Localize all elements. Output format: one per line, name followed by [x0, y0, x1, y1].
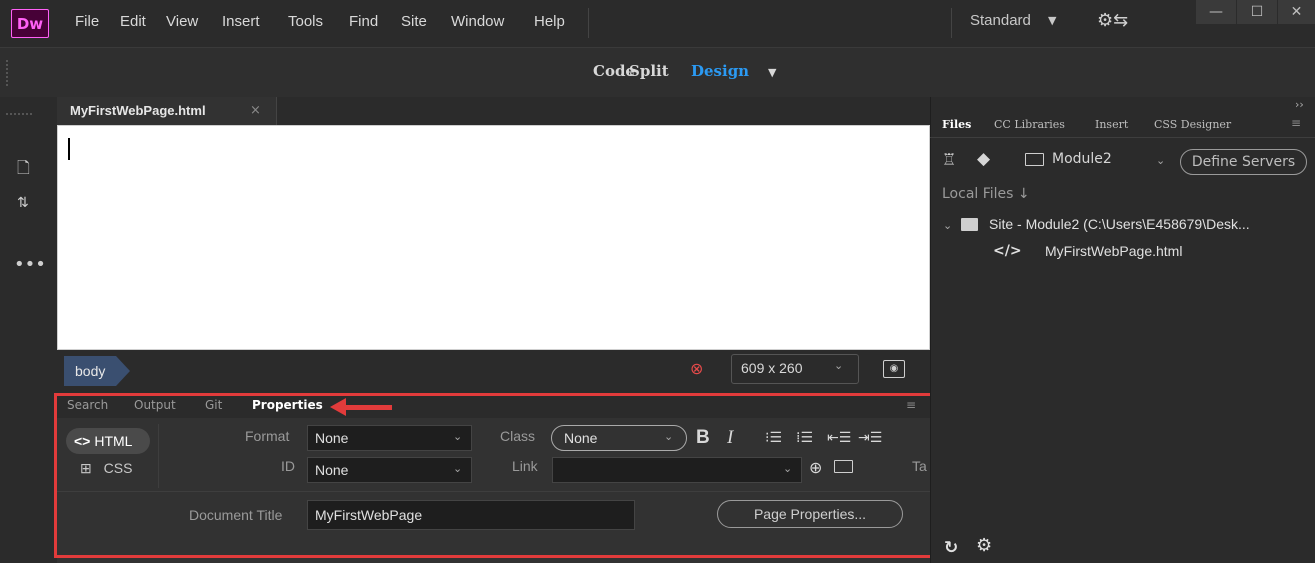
chevron-down-icon[interactable]: ▼ — [768, 66, 776, 79]
tab-files[interactable]: Files — [942, 118, 971, 131]
divider — [158, 424, 159, 488]
target-label: Ta — [912, 458, 927, 474]
css-mode-label: CSS — [103, 460, 133, 476]
menu-insert[interactable]: Insert — [222, 13, 260, 30]
design-view-button[interactable]: Design — [691, 62, 749, 80]
connect-server-icon[interactable]: ♖ — [942, 150, 956, 169]
code-icon: <> — [74, 433, 91, 449]
tab-cc-libraries[interactable]: CC Libraries — [994, 118, 1065, 131]
bold-button[interactable]: B — [696, 427, 710, 449]
text-cursor — [68, 138, 70, 160]
local-files-header[interactable]: Local Files ↓ — [942, 186, 1030, 202]
menu-tools[interactable]: Tools — [288, 13, 323, 30]
menu-file[interactable]: File — [75, 13, 99, 30]
refresh-icon[interactable]: ↻ — [944, 538, 958, 558]
divider — [57, 491, 930, 492]
italic-button[interactable]: I — [727, 427, 733, 449]
manage-sites-icon[interactable]: ⚙ — [976, 535, 992, 556]
tab-insert[interactable]: Insert — [1095, 118, 1128, 131]
document-title-label: Document Title — [189, 507, 283, 523]
css-mode-button[interactable]: ⊞ CSS — [80, 460, 132, 477]
point-to-file-icon[interactable]: ⊕ — [809, 458, 822, 477]
browse-folder-icon[interactable] — [834, 460, 853, 473]
body-tag-selector[interactable]: body — [64, 356, 116, 386]
link-input[interactable] — [552, 457, 802, 483]
define-servers-button[interactable]: Define Servers — [1180, 149, 1307, 175]
chevron-down-icon: ⌄ — [453, 430, 463, 443]
menu-help[interactable]: Help — [534, 13, 565, 30]
menu-site[interactable]: Site — [401, 13, 427, 30]
annotation-arrow-head — [330, 398, 346, 416]
maximize-button[interactable]: ☐ — [1237, 0, 1277, 24]
preview-icon[interactable]: ◉ — [883, 360, 905, 378]
tag-selector-arrow — [116, 356, 130, 386]
workspace-switcher[interactable]: Standard — [970, 12, 1031, 29]
format-select[interactable]: None — [307, 425, 472, 451]
html-mode-button[interactable]: <> HTML — [66, 428, 150, 454]
dreamweaver-logo: Dw — [11, 9, 49, 38]
design-canvas[interactable] — [57, 125, 930, 350]
menu-window[interactable]: Window — [451, 13, 504, 30]
tab-git[interactable]: Git — [205, 398, 222, 412]
indent-icon[interactable]: ⇥☰ — [858, 430, 882, 446]
chevron-down-icon: ⌄ — [1156, 154, 1166, 167]
outdent-icon[interactable]: ⇤☰ — [827, 430, 851, 446]
chevron-down-icon: ⌄ — [664, 430, 674, 443]
link-label: Link — [512, 458, 538, 474]
page-properties-button[interactable]: Page Properties... — [717, 500, 903, 528]
more-icon[interactable]: ••• — [14, 254, 46, 275]
divider — [930, 137, 1315, 138]
chevron-down-icon: ⌄ — [834, 359, 844, 372]
file-tree-item[interactable]: MyFirstWebPage.html — [1045, 243, 1182, 259]
chevron-down-icon[interactable]: ⌄ — [943, 219, 952, 232]
html-mode-label: HTML — [94, 433, 133, 449]
error-icon[interactable]: ⊗ — [690, 359, 703, 378]
get-put-icon[interactable]: ⇅ — [17, 195, 29, 211]
git-icon[interactable]: ◆ — [977, 149, 990, 169]
sync-settings-icon[interactable]: ⚙⇆ — [1097, 10, 1128, 31]
site-select[interactable]: Module2 — [1052, 151, 1112, 167]
ordered-list-icon[interactable]: ⁞☰ — [796, 430, 813, 446]
chevron-down-icon: ⌄ — [453, 462, 463, 475]
id-select[interactable]: None — [307, 457, 472, 483]
id-label: ID — [281, 458, 295, 474]
collapse-panel-icon[interactable]: ›› — [1295, 98, 1304, 111]
tab-css-designer[interactable]: CSS Designer — [1154, 118, 1231, 131]
css-icon: ⊞ — [80, 460, 92, 476]
format-label: Format — [245, 428, 290, 444]
document-title-input[interactable]: MyFirstWebPage — [307, 500, 635, 530]
class-label: Class — [500, 428, 536, 444]
tab-search[interactable]: Search — [67, 398, 108, 412]
menu-divider — [588, 8, 589, 38]
tab-properties[interactable]: Properties — [252, 398, 323, 412]
minimize-button[interactable]: — — [1196, 0, 1236, 24]
document-tab-label: MyFirstWebPage.html — [70, 103, 206, 118]
toolbar-grip[interactable] — [6, 113, 32, 116]
menu-find[interactable]: Find — [349, 13, 378, 30]
html-file-icon: </> — [993, 243, 1022, 259]
chevron-down-icon: ⌄ — [783, 462, 793, 475]
menu-edit[interactable]: Edit — [120, 13, 146, 30]
menu-divider — [951, 8, 952, 38]
unordered-list-icon[interactable]: ⁝☰ — [765, 430, 782, 446]
folder-icon — [961, 218, 978, 231]
tab-output[interactable]: Output — [134, 398, 176, 412]
split-view-button[interactable]: Split — [629, 62, 669, 80]
properties-tab-bar — [57, 393, 930, 418]
folder-icon — [1025, 153, 1044, 166]
chevron-down-icon: ▼ — [1048, 14, 1057, 27]
toolbar-grip[interactable] — [6, 60, 10, 86]
panel-menu-icon[interactable]: ≡ — [1291, 116, 1301, 130]
local-files-label: Local Files — [942, 186, 1014, 202]
close-button[interactable]: ✕ — [1278, 0, 1315, 24]
annotation-arrow-shaft — [344, 405, 392, 410]
menu-view[interactable]: View — [166, 13, 198, 30]
new-document-icon[interactable]: 🗋 — [17, 157, 30, 184]
site-tree-root[interactable]: Site - Module2 (C:\Users\E458679\Desk... — [989, 216, 1307, 232]
sort-down-icon: ↓ — [1017, 186, 1030, 202]
panel-menu-icon[interactable]: ≡ — [906, 398, 916, 412]
close-icon[interactable]: × — [250, 103, 261, 118]
